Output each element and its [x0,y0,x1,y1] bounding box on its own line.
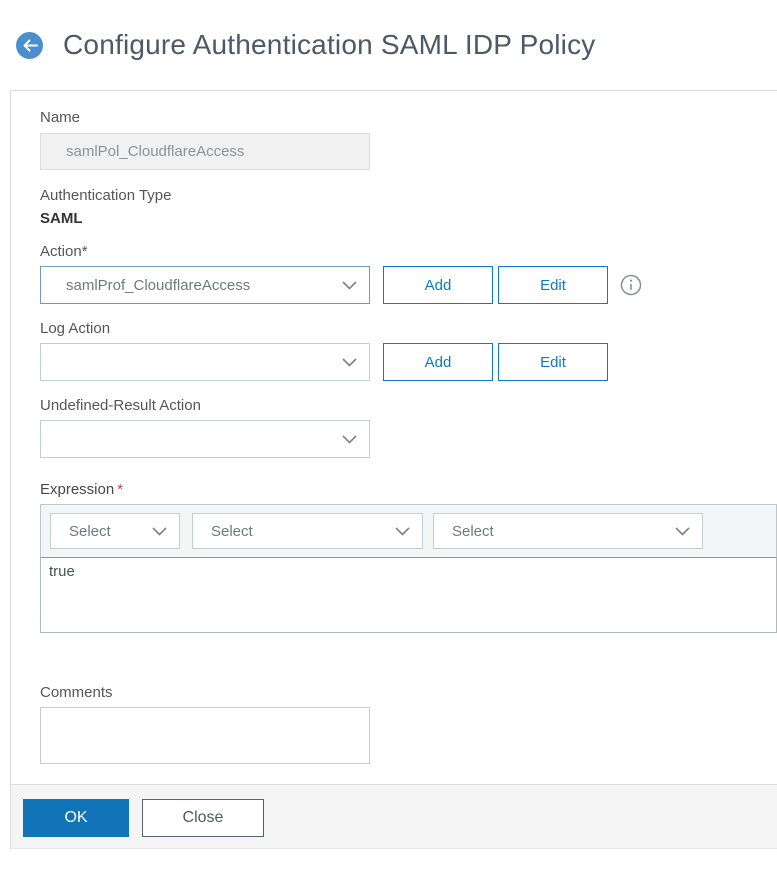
auth-type-value: SAML [40,210,83,227]
undefined-result-action-label: Undefined-Result Action [40,397,201,414]
log-action-add-button[interactable]: Add [383,343,493,381]
log-action-edit-button[interactable]: Edit [498,343,608,381]
undefined-result-action-row [40,420,777,458]
expression-select-2[interactable]: Select [192,513,423,549]
form-panel: Name Authentication Type SAML Action* sa… [10,90,777,849]
action-add-button[interactable]: Add [383,266,493,304]
expression-toolbar: Select Select Select [40,504,777,558]
chevron-down-icon [152,526,167,536]
log-action-select[interactable] [40,343,370,381]
action-select-value: samlProf_CloudflareAccess [66,276,251,294]
chevron-down-icon [342,357,357,367]
chevron-down-icon [675,526,690,536]
action-row: samlProf_CloudflareAccess Add Edit [40,266,777,304]
chevron-down-icon [342,434,357,444]
expression-select-1[interactable]: Select [50,513,180,549]
expression-label: Expression * [40,481,124,498]
expression-input[interactable]: true [40,558,777,633]
ok-button[interactable]: OK [23,799,129,837]
action-select[interactable]: samlProf_CloudflareAccess [40,266,370,304]
form-content: Name Authentication Type SAML Action* sa… [11,109,777,764]
form-footer: OK Close [11,784,777,849]
expression-select-3[interactable]: Select [433,513,703,549]
comments-input[interactable] [40,707,370,764]
expression-builder: Select Select Select true [40,504,777,633]
comments-label: Comments [40,684,113,701]
page-title: Configure Authentication SAML IDP Policy [63,29,596,60]
back-button[interactable] [16,31,43,59]
name-label: Name [40,109,81,126]
required-asterisk: * [117,481,124,498]
undefined-result-action-select[interactable] [40,420,370,458]
chevron-down-icon [395,526,410,536]
log-action-row: Add Edit [40,343,777,381]
name-input [40,133,370,170]
arrow-left-icon [22,39,38,52]
action-edit-button[interactable]: Edit [498,266,608,304]
close-button[interactable]: Close [142,799,264,837]
info-icon[interactable] [620,274,642,296]
log-action-label: Log Action [40,320,111,337]
action-label: Action* [40,243,88,260]
chevron-down-icon [342,280,357,290]
auth-type-label: Authentication Type [40,187,172,204]
page-header: Configure Authentication SAML IDP Policy [0,0,777,90]
